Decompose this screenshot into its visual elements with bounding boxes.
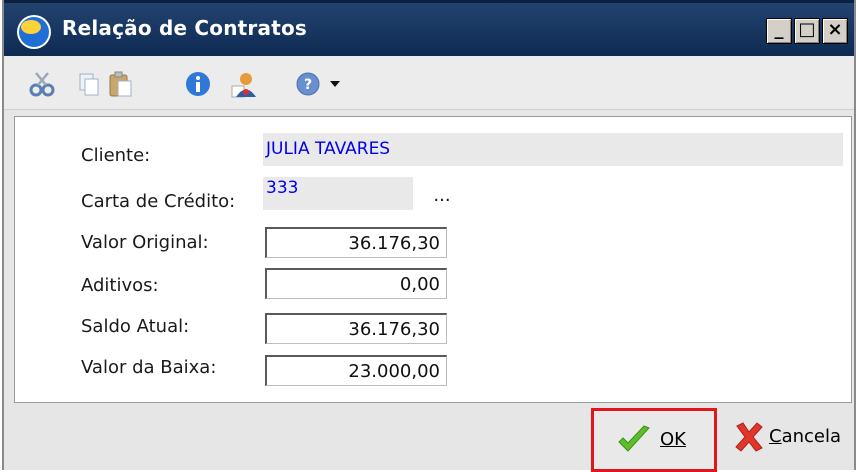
cut-icon[interactable] xyxy=(28,70,56,98)
dropdown-arrow-icon[interactable] xyxy=(322,70,350,98)
help-icon[interactable]: ? xyxy=(294,70,322,98)
valor-baixa-field[interactable]: 23.000,00 xyxy=(265,355,447,386)
valor-baixa-label: Valor da Baixa: xyxy=(81,357,217,378)
button-bar: OK Cancela xyxy=(4,403,854,472)
svg-text:?: ? xyxy=(304,77,312,93)
app-logo-icon xyxy=(17,15,51,49)
cliente-label: Cliente: xyxy=(81,145,151,166)
carta-credito-label: Carta de Crédito: xyxy=(81,191,236,212)
minimize-button[interactable]: _ xyxy=(766,18,792,44)
aditivos-label: Aditivos: xyxy=(81,275,159,296)
window-title: Relação de Contratos xyxy=(62,16,307,40)
paste-icon[interactable] xyxy=(106,70,134,98)
checkmark-icon xyxy=(618,425,650,452)
carta-credito-field[interactable]: 333 xyxy=(263,177,413,210)
close-button[interactable]: × xyxy=(822,18,848,44)
user-icon[interactable] xyxy=(230,70,258,98)
ok-label: OK xyxy=(660,429,686,450)
cancel-button[interactable]: Cancela xyxy=(731,415,854,465)
saldo-atual-label: Saldo Atual: xyxy=(81,316,190,337)
toolbar: ? xyxy=(4,56,854,110)
x-mark-icon xyxy=(735,422,763,452)
dialog-window: Relação de Contratos _ □ × ? Cliente: JU… xyxy=(2,0,856,472)
title-bar[interactable]: Relação de Contratos _ □ × xyxy=(4,0,854,56)
saldo-atual-field[interactable]: 36.176,30 xyxy=(265,313,447,344)
cliente-field[interactable]: JULIA TAVARES xyxy=(263,133,843,166)
aditivos-field[interactable]: 0,00 xyxy=(265,268,447,299)
carta-credito-lookup-button[interactable]: ... xyxy=(428,183,456,209)
contract-form: Cliente: JULIA TAVARES Carta de Crédito:… xyxy=(14,116,852,403)
valor-original-label: Valor Original: xyxy=(81,232,209,253)
valor-original-field[interactable]: 36.176,30 xyxy=(265,227,447,258)
maximize-button[interactable]: □ xyxy=(794,18,820,44)
ok-button[interactable]: OK xyxy=(591,408,717,472)
copy-icon[interactable] xyxy=(74,70,102,98)
cancel-label: Cancela xyxy=(769,426,842,447)
info-icon[interactable] xyxy=(184,70,212,98)
